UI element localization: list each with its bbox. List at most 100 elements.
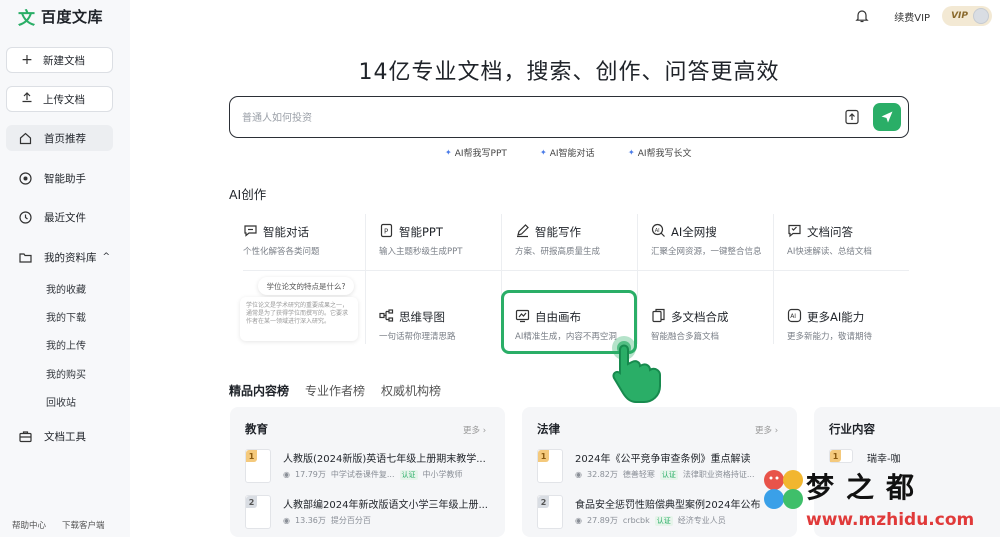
library-trash[interactable]: 回收站 bbox=[46, 394, 76, 409]
search-input[interactable] bbox=[242, 109, 822, 127]
bell-icon[interactable] bbox=[854, 8, 870, 24]
card-ai-web-search-name: AI全网搜 bbox=[671, 225, 717, 239]
chat-icon bbox=[244, 225, 257, 237]
doc-thumbnail: 1 bbox=[829, 449, 853, 463]
toolbox-icon bbox=[18, 429, 32, 443]
list-item[interactable]: 1 人教版(2024新版)英语七年级上册期末教学... ◉ 17.79万 中学试… bbox=[245, 449, 500, 485]
card-mind-map-desc: 一句话帮你理清思路 bbox=[379, 332, 456, 342]
multi-doc-icon bbox=[652, 308, 665, 323]
mindmap-icon bbox=[379, 309, 394, 322]
ai-spark-icon: ✦ bbox=[628, 148, 635, 157]
author[interactable]: 中学试卷课件复... bbox=[331, 469, 395, 480]
quick-action-chat[interactable]: ✦ AI智能对话 bbox=[540, 146, 595, 159]
card-smart-writing[interactable]: 智能写作 方案、研报高质量生成 bbox=[515, 218, 643, 276]
vip-chip[interactable]: VIP bbox=[942, 6, 992, 26]
author[interactable]: 提分百分百 bbox=[331, 515, 371, 526]
library-uploads[interactable]: 我的上传 bbox=[46, 337, 86, 352]
verified-badge: 认证 bbox=[399, 469, 418, 480]
home-icon bbox=[18, 131, 32, 145]
author-org: 法律职业资格持证... bbox=[682, 470, 755, 479]
card-more-ai[interactable]: AI 更多AI能力 更多新能力，敬请期待 bbox=[787, 303, 915, 361]
svg-text:P: P bbox=[384, 228, 388, 236]
file-upload-icon[interactable] bbox=[844, 109, 860, 125]
search-ai-icon: AI bbox=[651, 223, 665, 237]
card-ai-web-search[interactable]: AI AI全网搜 汇聚全网资源，一键整合信息 bbox=[651, 218, 779, 276]
doc-thumbnail: 2 bbox=[537, 495, 563, 529]
library-favorites[interactable]: 我的收藏 bbox=[46, 281, 86, 296]
quick-action-ppt[interactable]: ✦ AI帮我写PPT bbox=[445, 146, 507, 159]
card-doc-qa[interactable]: 文档问答 AI快速解读、总结文档 bbox=[787, 218, 915, 276]
logo[interactable]: 文 百度文库 bbox=[18, 4, 103, 29]
list-item[interactable]: 2 食品安全惩罚性赔偿典型案例2024年公布 ◉ 27.89万 crbcbk 认… bbox=[537, 495, 792, 531]
quick-action-chat-label: AI智能对话 bbox=[549, 149, 595, 159]
search-box bbox=[229, 96, 909, 138]
quick-action-longtext-label: AI帮我写长文 bbox=[637, 149, 692, 159]
tab-pro-authors[interactable]: 专业作者榜 bbox=[305, 382, 365, 399]
nav-library[interactable]: 我的资料库 ^ bbox=[6, 244, 113, 270]
renew-vip-link[interactable]: 续费VIP bbox=[894, 9, 930, 24]
doc-meta: ◉ 32.82万 德善轻寒 认证 法律职业资格持证... bbox=[575, 469, 755, 480]
list-item[interactable]: 1 2024年《公平竞争审查条例》重点解读 ◉ 32.82万 德善轻寒 认证 法… bbox=[537, 449, 792, 485]
header-actions: 续费VIP VIP bbox=[854, 6, 992, 26]
send-button[interactable] bbox=[873, 103, 901, 131]
new-doc-button[interactable]: + 新建文档 bbox=[6, 47, 113, 73]
folder-icon bbox=[18, 250, 32, 264]
nav-assistant-label: 智能助手 bbox=[44, 172, 86, 185]
panel-education: 教育 更多 › 1 人教版(2024新版)英语七年级上册期末教学... ◉ 17… bbox=[230, 407, 505, 537]
library-purchases[interactable]: 我的购买 bbox=[46, 366, 86, 381]
watermark-url: www.mzhidu.com bbox=[806, 510, 975, 530]
sidebar: 文 百度文库 + 新建文档 上传文档 首页推荐 智能助手 最近文件 我的资料库 … bbox=[0, 0, 130, 537]
card-smart-ppt[interactable]: P 智能PPT 输入主题秒级生成PPT bbox=[379, 218, 507, 276]
author[interactable]: 德善轻寒 bbox=[623, 469, 655, 480]
watermark-logo-icon bbox=[764, 470, 803, 509]
more-ai-icon: AI bbox=[787, 308, 802, 323]
card-smart-chat[interactable]: 智能对话 个性化解答各类问题 bbox=[243, 218, 371, 276]
ai-spark-icon: ✦ bbox=[445, 148, 452, 157]
more-link[interactable]: 更多 › bbox=[755, 424, 778, 436]
nav-tools[interactable]: 文档工具 bbox=[6, 423, 113, 449]
card-smart-ppt-desc: 输入主题秒级生成PPT bbox=[379, 247, 463, 257]
send-icon bbox=[881, 111, 893, 123]
nav-tools-label: 文档工具 bbox=[44, 430, 86, 443]
chat-preview-illustration: 学位论文的特点是什么? 学位论文是学术研究的重要成果之一，通常是为了获得学位而撰… bbox=[236, 272, 364, 342]
verified-badge: 认证 bbox=[654, 515, 673, 526]
card-mind-map-name: 思维导图 bbox=[399, 310, 445, 324]
doc-meta: ◉ 27.89万 crbcbk 认证 经济专业人员 bbox=[575, 515, 726, 526]
doc-title[interactable]: 人教版(2024新版)英语七年级上册期末教学... bbox=[283, 450, 486, 465]
author-org: 中小学教师 bbox=[422, 470, 463, 479]
nav-library-label: 我的资料库 bbox=[44, 251, 97, 264]
download-client-link[interactable]: 下载客户端 bbox=[62, 519, 105, 531]
panel-title: 教育 bbox=[245, 422, 268, 436]
avatar[interactable] bbox=[973, 8, 989, 24]
nav-home[interactable]: 首页推荐 bbox=[6, 125, 113, 151]
nav-assistant[interactable]: 智能助手 bbox=[6, 165, 113, 191]
author[interactable]: crbcbk bbox=[623, 516, 650, 525]
upload-icon bbox=[21, 91, 33, 107]
panel-title: 法律 bbox=[537, 422, 560, 436]
doc-title[interactable]: 人教部编2024年新改版语文小学三年级上册... bbox=[283, 496, 488, 511]
more-link[interactable]: 更多 › bbox=[463, 424, 486, 436]
doc-title[interactable]: 2024年《公平竞争审查条例》重点解读 bbox=[575, 450, 750, 465]
page-headline: 14亿专业文档，搜索、创作、问答更高效 bbox=[358, 60, 780, 85]
help-center-link[interactable]: 帮助中心 bbox=[12, 519, 46, 531]
doc-title[interactable]: 瑞幸-咖 bbox=[867, 450, 901, 465]
chevron-up-icon: ^ bbox=[102, 252, 111, 262]
doc-qa-icon bbox=[788, 224, 801, 238]
eye-icon: ◉ bbox=[283, 470, 290, 479]
rank-badge: 1 bbox=[830, 450, 841, 462]
list-item[interactable]: 2 人教部编2024年新改版语文小学三年级上册... ◉ 13.36万 提分百分… bbox=[245, 495, 500, 531]
doc-title[interactable]: 食品安全惩罚性赔偿典型案例2024年公布 bbox=[575, 496, 760, 511]
card-more-ai-desc: 更多新能力，敬请期待 bbox=[787, 332, 873, 342]
quick-action-longtext[interactable]: ✦ AI帮我写长文 bbox=[628, 146, 692, 159]
eye-icon: ◉ bbox=[575, 470, 582, 479]
upload-doc-button[interactable]: 上传文档 bbox=[6, 86, 113, 112]
card-mind-map[interactable]: 思维导图 一句话帮你理清思路 bbox=[379, 303, 507, 361]
tab-authority-orgs[interactable]: 权威机构榜 bbox=[381, 382, 441, 399]
card-more-ai-name: 更多AI能力 bbox=[807, 310, 865, 324]
svg-text:AI: AI bbox=[655, 228, 660, 234]
library-downloads[interactable]: 我的下载 bbox=[46, 309, 86, 324]
tab-premium-content[interactable]: 精品内容榜 bbox=[229, 382, 289, 399]
ranking-tabs: 精品内容榜 专业作者榜 权威机构榜 bbox=[229, 382, 441, 399]
rank-badge: 2 bbox=[538, 496, 549, 508]
nav-recent[interactable]: 最近文件 bbox=[6, 204, 113, 230]
